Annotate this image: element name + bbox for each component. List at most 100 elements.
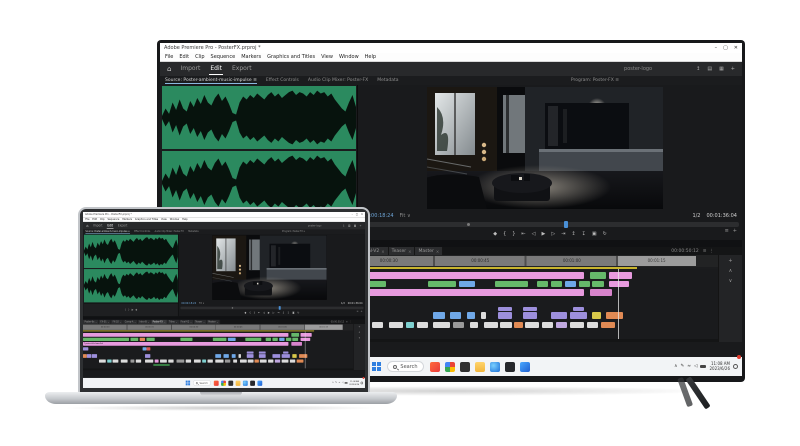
timeline-clip[interactable]: T poster-title-lower3rd — [83, 342, 288, 346]
workspace-icon[interactable]: ▦ — [354, 224, 356, 227]
pen-input-icon[interactable]: ✎ — [680, 364, 684, 369]
timeline-clip[interactable] — [145, 354, 150, 358]
timeline-clip[interactable] — [498, 312, 512, 319]
menu-item-help[interactable]: Help — [182, 218, 188, 221]
fit-zoom-dropdown[interactable]: Fit ∨ — [199, 302, 204, 305]
header-tab-edit[interactable]: Edit — [107, 223, 114, 229]
audio-waveform-panel[interactable] — [162, 85, 356, 215]
timeline-clip[interactable] — [389, 322, 403, 328]
timeline-clip[interactable] — [153, 364, 169, 366]
current-time-indicator[interactable] — [618, 269, 619, 339]
source-transport-icon[interactable]: { — [125, 308, 127, 311]
timeline-clip[interactable] — [83, 347, 88, 350]
panel-tab[interactable]: Audio Clip Mixer: Poster-FX — [308, 78, 368, 84]
code-app-icon[interactable] — [228, 380, 233, 385]
pen-input-icon[interactable]: ✎ — [335, 382, 337, 385]
timeline-clip[interactable] — [272, 338, 277, 341]
timeline-clip[interactable] — [290, 359, 295, 362]
menu-item-graphics-and-titles[interactable]: Graphics and Titles — [267, 54, 315, 60]
timeline-clip[interactable] — [286, 338, 291, 341]
taskbar-clock[interactable]: 11:08 AM 2023/6/26 — [349, 380, 359, 385]
browser-app-icon[interactable] — [221, 380, 226, 385]
timeline-clip[interactable] — [92, 354, 97, 358]
menu-item-markers[interactable]: Markers — [241, 54, 261, 60]
timeline-clip[interactable] — [525, 322, 539, 328]
timeline-clip[interactable] — [428, 281, 456, 287]
timeline-clip[interactable] — [301, 338, 310, 341]
go-to-out-icon[interactable]: ⇥ — [277, 311, 279, 314]
close-tab-icon[interactable]: × — [120, 321, 122, 324]
video-editor-app-icon[interactable] — [430, 362, 440, 372]
menu-item-window[interactable]: Window — [339, 54, 359, 60]
menu-item-file[interactable]: File — [165, 54, 173, 60]
timeline-clip[interactable] — [301, 333, 312, 337]
timeline-clip[interactable] — [481, 312, 487, 319]
timeline-clip[interactable] — [592, 281, 603, 287]
start-button[interactable] — [186, 381, 190, 386]
play-icon[interactable]: ▶ — [268, 311, 270, 314]
timeline-clip[interactable] — [372, 322, 383, 328]
timeline-clip[interactable] — [272, 354, 280, 358]
maximize-button[interactable]: ▢ — [356, 213, 358, 216]
timeline-clip[interactable] — [587, 322, 598, 328]
timeline-clip[interactable] — [495, 281, 528, 287]
current-timecode[interactable]: 00:00:18:24 — [181, 302, 196, 305]
go-to-in-icon[interactable]: ⇤ — [521, 231, 525, 237]
media-player-app-icon[interactable] — [520, 362, 530, 372]
source-transport-icon[interactable]: ◆ — [135, 308, 137, 311]
maximize-frame-icon[interactable]: + — [360, 224, 362, 227]
photos-app-icon[interactable] — [250, 380, 255, 385]
timeline-clip[interactable] — [83, 338, 129, 341]
timeline-clip[interactable] — [245, 338, 261, 341]
play-icon[interactable]: ▶ — [542, 231, 546, 237]
timeline-clip[interactable] — [459, 281, 476, 287]
panel-tab[interactable]: Audio Clip Mixer: Poster-FX — [155, 230, 184, 233]
timeline-clip[interactable] — [406, 322, 414, 328]
home-icon[interactable]: ⌂ — [167, 65, 171, 73]
resolution-fraction[interactable]: 1/2 — [692, 213, 700, 219]
zoom-control-icon[interactable]: ∧ — [729, 268, 733, 274]
timeline-clip[interactable] — [186, 359, 191, 362]
close-tab-icon[interactable]: × — [176, 321, 178, 324]
progress-icon[interactable]: ▤ — [348, 224, 350, 227]
close-tab-icon[interactable]: × — [408, 249, 411, 254]
export-frame-icon[interactable]: ▣ — [592, 231, 597, 237]
notification-bell-icon[interactable] — [733, 364, 738, 369]
timeline-zoom-strip[interactable]: + ∧ ∨ — [718, 255, 742, 342]
zoom-control-icon[interactable]: ∨ — [729, 278, 733, 284]
timeline-clip[interactable] — [299, 354, 307, 358]
timeline-clip[interactable] — [180, 338, 192, 341]
timeline-clip[interactable] — [194, 359, 201, 362]
add-button-icon[interactable]: + — [361, 310, 363, 313]
zoom-control-icon[interactable]: ∧ — [359, 331, 361, 334]
timeline-clip[interactable] — [130, 359, 134, 362]
browser-app-icon[interactable] — [445, 362, 455, 372]
header-tab-import[interactable]: Import — [92, 223, 103, 229]
timeline-clip[interactable] — [570, 322, 584, 328]
timeline-clip[interactable] — [168, 359, 173, 362]
timeline-clip[interactable] — [609, 281, 629, 287]
progress-icon[interactable]: ▤ — [707, 66, 712, 72]
timeline-clip[interactable] — [523, 307, 537, 311]
volume-icon[interactable]: ◁ — [342, 382, 344, 385]
timeline-clip[interactable] — [247, 354, 254, 358]
timeline-ruler[interactable]: 00:00:0000:00:1500:00:3000:00:4500:01:00… — [83, 324, 353, 330]
timeline-menu-icon[interactable]: ≡ — [703, 249, 707, 254]
header-tab-import[interactable]: Import — [179, 63, 201, 75]
timeline-clip[interactable] — [433, 322, 450, 328]
taskbar-search[interactable]: Search — [387, 361, 423, 372]
maximize-button[interactable]: ▢ — [723, 45, 728, 51]
timeline-clip[interactable] — [551, 281, 562, 287]
timeline-clip[interactable] — [590, 272, 607, 279]
panel-tab[interactable]: Effect Controls — [134, 230, 150, 233]
menu-item-clip[interactable]: Clip — [100, 218, 105, 221]
timeline-clip[interactable] — [147, 338, 155, 341]
resolution-fraction[interactable]: 1/2 — [341, 302, 345, 305]
close-tab-icon[interactable]: × — [190, 321, 192, 324]
zoom-control-icon[interactable]: + — [728, 258, 732, 264]
timeline-clip[interactable] — [259, 354, 266, 358]
timeline-clip[interactable] — [107, 359, 111, 362]
timeline-clip[interactable] — [537, 281, 548, 287]
file-explorer-icon[interactable] — [235, 380, 240, 385]
add-marker-icon[interactable]: ◆ — [244, 311, 246, 314]
